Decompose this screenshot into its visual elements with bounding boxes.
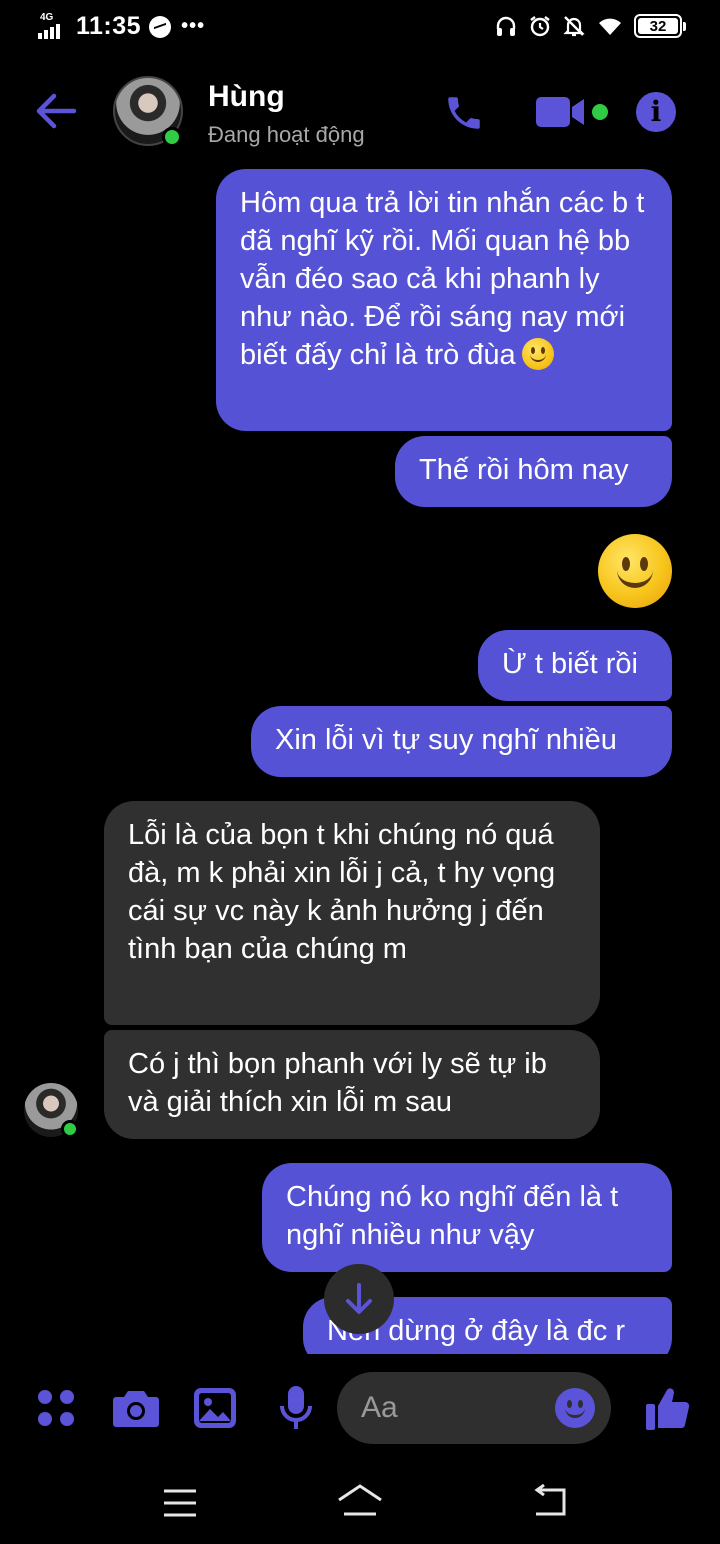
message-text: Chúng nó ko nghĩ đến là t nghĩ nhiều như… <box>286 1181 619 1251</box>
clock: 11:35 <box>76 12 142 40</box>
microphone-icon[interactable] <box>280 1386 312 1430</box>
video-online-indicator <box>592 104 608 120</box>
video-call-icon[interactable] <box>535 94 585 130</box>
online-indicator <box>162 127 182 147</box>
message-input[interactable] <box>361 1372 561 1444</box>
back-nav-icon[interactable] <box>530 1484 568 1518</box>
emoji-icon[interactable] <box>555 1388 595 1428</box>
network-type: 4G <box>40 11 54 23</box>
contact-status: Đang hoạt động <box>208 122 365 147</box>
message-text: Có j thì bọn phanh với ly sẽ tự ib và gi… <box>128 1048 547 1118</box>
message-bubble-outgoing[interactable]: Xin lỗi vì tự suy nghĩ nhiều <box>251 706 672 777</box>
more-notifications: ••• <box>181 15 206 37</box>
message-bubble-outgoing[interactable]: Ừ t biết rồi <box>478 630 672 701</box>
message-bubble-outgoing[interactable]: Hôm qua trả lời tin nhắn các b t đã nghĩ… <box>216 169 672 431</box>
message-text: Thế rồi hôm nay <box>419 454 629 486</box>
message-text: Ừ t biết rồi <box>502 648 638 680</box>
message-text: Lỗi là của bọn t khi chúng nó quá đà, m … <box>128 819 556 965</box>
phone-call-icon[interactable] <box>443 92 485 134</box>
scroll-to-bottom-button[interactable] <box>324 1264 394 1334</box>
smiley-emoji-icon <box>521 338 554 370</box>
camera-icon[interactable] <box>113 1389 159 1427</box>
back-arrow-icon[interactable] <box>34 91 78 131</box>
chat-header: Hùng Đang hoạt động i <box>0 64 720 160</box>
battery-icon: 32 <box>634 14 686 38</box>
message-bubble-incoming[interactable]: Có j thì bọn phanh với ly sẽ tự ib và gi… <box>104 1030 600 1139</box>
headphones-icon <box>496 16 516 36</box>
mute-icon <box>563 16 585 37</box>
status-bar: 4G 11:35 ••• 32 <box>0 0 720 56</box>
message-text: Xin lỗi vì tự suy nghĩ nhiều <box>275 724 617 756</box>
contact-name[interactable]: Hùng <box>208 80 285 114</box>
message-text: Hôm qua trả lời tin nhắn các b t đã nghĩ… <box>240 187 645 371</box>
wifi-icon <box>599 18 621 35</box>
arrow-down-icon <box>346 1283 372 1314</box>
thumbs-up-icon[interactable] <box>646 1386 690 1430</box>
home-icon[interactable] <box>336 1482 384 1518</box>
cellular-signal-icon: 4G <box>38 11 68 41</box>
messenger-notification-icon <box>149 15 172 38</box>
system-navigation-bar <box>0 1466 720 1544</box>
recents-menu-icon[interactable] <box>162 1488 198 1518</box>
message-input-container[interactable] <box>337 1372 611 1444</box>
message-bubble-outgoing[interactable]: Thế rồi hôm nay <box>395 436 672 507</box>
message-bubble-incoming[interactable]: Lỗi là của bọn t khi chúng nó quá đà, m … <box>104 801 600 1025</box>
battery-level: 32 <box>649 17 667 35</box>
message-bubble-outgoing[interactable]: Chúng nó ko nghĩ đến là t nghĩ nhiều như… <box>262 1163 672 1272</box>
message-composer <box>0 1356 720 1466</box>
gallery-icon[interactable] <box>194 1388 236 1428</box>
apps-icon[interactable] <box>36 1388 76 1428</box>
info-icon[interactable]: i <box>636 92 676 132</box>
online-indicator <box>61 1120 79 1138</box>
alarm-icon <box>530 16 550 37</box>
smiley-emoji-icon[interactable] <box>598 534 672 608</box>
